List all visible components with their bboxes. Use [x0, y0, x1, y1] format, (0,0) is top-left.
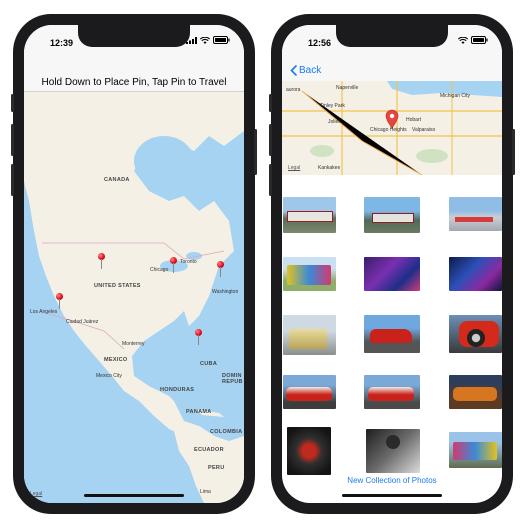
photo-train-2-body — [372, 213, 414, 223]
photo-orange-car-body — [453, 387, 497, 401]
photo-boat-hull — [455, 217, 493, 222]
label-united-states: UNITED STATES — [94, 283, 141, 289]
photo-red-wheel[interactable] — [449, 315, 502, 353]
label-michigan-city: Michigan City — [440, 93, 471, 99]
side-button — [254, 129, 257, 175]
photo-food-truck[interactable] — [283, 315, 336, 355]
photo-food-truck-body — [289, 329, 327, 349]
label-monterrey: Monterrey — [122, 341, 145, 347]
label-peru: PERU — [208, 465, 225, 471]
status-time: 12:39 — [50, 38, 74, 48]
map-pin[interactable] — [194, 329, 204, 347]
status-icons — [186, 36, 230, 44]
nav-title: Hold Down to Place Pin, Tap Pin to Trave… — [41, 77, 227, 88]
world-map[interactable]: CANADA UNITED STATES MEXICO CUBA HONDURA… — [24, 91, 244, 503]
photo-wheel — [467, 329, 485, 347]
ringer-switch — [269, 94, 272, 112]
status-time: 12:56 — [308, 38, 332, 48]
label-lima: Lima — [200, 489, 211, 495]
photo-engine[interactable] — [287, 427, 331, 475]
label-joliet: Joliet — [328, 119, 340, 125]
label-hobart: Hobart — [406, 117, 422, 123]
map-pin[interactable] — [97, 253, 107, 271]
photo-party-bus[interactable] — [449, 257, 502, 291]
legal-link[interactable]: Legal — [30, 491, 42, 497]
location-map[interactable]: Naperville aurora Tinley Park Joliet Chi… — [282, 81, 502, 175]
photo-muscle-car[interactable] — [283, 375, 336, 409]
label-valparaiso: Valparaiso — [412, 127, 436, 133]
label-colombia: COLOMBIA — [210, 429, 243, 435]
photo-muscle-car-body — [286, 387, 332, 401]
photo-muscle-car-2-body — [368, 387, 414, 401]
photo-boat[interactable] — [449, 197, 502, 231]
battery-icon — [213, 36, 230, 44]
photo-guitarist-head — [386, 435, 400, 449]
location-pin-icon[interactable] — [385, 109, 399, 129]
label-naperville: Naperville — [336, 85, 359, 91]
label-cuba: CUBA — [200, 361, 218, 367]
photo-red-car-body — [370, 329, 412, 343]
home-indicator[interactable] — [84, 494, 184, 497]
photo-train-2[interactable] — [364, 197, 420, 233]
photo-muscle-car-2[interactable] — [364, 375, 420, 409]
label-kankakee: Kankakee — [318, 165, 341, 171]
photo-bus-body — [287, 265, 331, 285]
label-ecuador: ECUADOR — [194, 447, 224, 453]
photo-bus-interior[interactable] — [364, 257, 420, 291]
label-aurora: aurora — [286, 87, 301, 93]
left-phone: 12:39 Hold Down to Place Pin, Tap Pin to… — [11, 14, 257, 514]
home-indicator[interactable] — [342, 494, 442, 497]
notch — [336, 25, 448, 47]
volume-down-button — [11, 164, 14, 196]
map-pin[interactable] — [216, 261, 226, 279]
side-button — [512, 129, 515, 175]
ringer-switch — [11, 94, 14, 112]
chevron-left-icon — [290, 65, 297, 76]
map-pin[interactable] — [55, 293, 65, 311]
legal-link[interactable]: Legal — [288, 165, 300, 171]
back-button[interactable]: Back — [290, 65, 321, 76]
label-republic: REPUB — [222, 379, 243, 385]
photo-red-car[interactable] — [364, 315, 420, 353]
photo-bus[interactable] — [283, 257, 336, 291]
volume-up-button — [11, 124, 14, 156]
label-ciudad-juarez: Ciudad Juárez — [66, 319, 99, 325]
status-icons — [458, 36, 488, 44]
label-mexico-city: Mexico City — [96, 373, 122, 379]
label-tinley-park: Tinley Park — [320, 103, 345, 109]
label-los-angeles: Los Angeles — [30, 309, 58, 315]
right-phone: 12:56 Back Naperville aurora Tinley Park… — [269, 14, 515, 514]
volume-up-button — [269, 124, 272, 156]
label-washington: Washington — [212, 289, 239, 295]
label-chicago: Chicago — [150, 267, 169, 273]
photo-train-body — [287, 211, 333, 222]
wifi-icon — [458, 36, 468, 44]
wifi-icon — [200, 36, 210, 44]
battery-icon — [471, 36, 488, 44]
volume-down-button — [269, 164, 272, 196]
photo-bus-2-body — [453, 442, 497, 460]
photo-bus-2[interactable] — [449, 432, 502, 468]
label-panama: PANAMA — [186, 409, 212, 415]
label-canada: CANADA — [104, 177, 130, 183]
photo-train[interactable] — [283, 197, 336, 233]
right-screen: 12:56 Back Naperville aurora Tinley Park… — [282, 25, 502, 503]
photo-orange-car[interactable] — [449, 375, 502, 409]
label-honduras: HONDURAS — [160, 387, 195, 393]
left-screen: 12:39 Hold Down to Place Pin, Tap Pin to… — [24, 25, 244, 503]
photo-guitarist[interactable] — [366, 429, 420, 473]
map-pin[interactable] — [169, 257, 179, 275]
label-toronto: Toronto — [180, 259, 197, 265]
label-mexico: MEXICO — [104, 357, 128, 363]
notch — [78, 25, 190, 47]
new-collection-button[interactable]: New Collection of Photos — [282, 476, 502, 485]
back-label: Back — [299, 65, 322, 76]
